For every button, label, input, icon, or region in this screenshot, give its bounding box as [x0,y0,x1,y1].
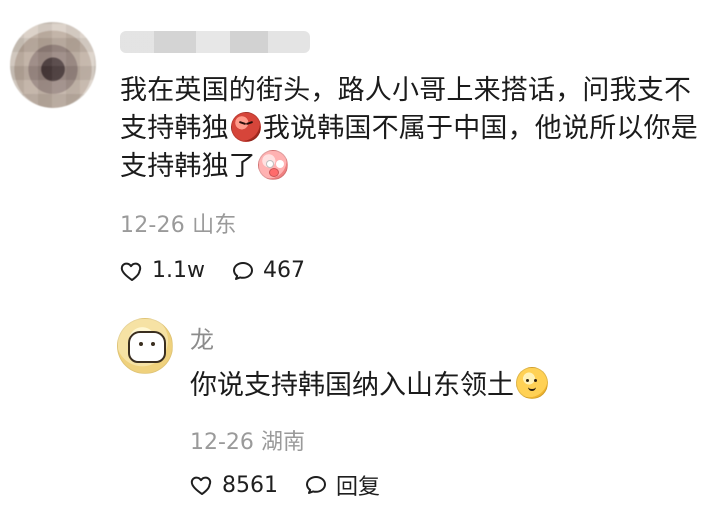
reply-username[interactable]: 龙 [190,320,214,355]
comment-line-2: 支持韩独 我说韩国不属于中国，他说所以你是 [120,110,705,148]
heart-outline-icon [120,260,144,282]
heart-outline-icon [190,474,214,496]
speech-bubble-icon [304,474,328,496]
comment-date: 12-26 [120,213,185,238]
reply-like-count: 8561 [222,472,278,498]
comment-comments-button[interactable]: 467 [231,258,305,283]
commenter-username-blurred[interactable] [120,31,310,53]
reply-meta: 12-26 湖南 [190,424,305,456]
comment-line-2-before: 支持韩独 [120,113,229,144]
reply-avatar-doodle-icon [128,331,166,363]
comment-location: 山东 [192,213,237,238]
comment-line-1: 我在英国的街头，路人小哥上来搭话，问我支不 [120,75,692,106]
reply-avatar[interactable] [117,318,173,374]
comment-text: 我在英国的街头，路人小哥上来搭话，问我支不 支持韩独 我说韩国不属于中国，他说所以… [120,72,705,186]
comment-line-3-text: 支持韩独了 [120,151,256,182]
comment-line-2-after: 我说韩国不属于中国，他说所以你是 [262,113,699,144]
commenter-avatar-pixelated[interactable] [10,22,96,108]
reply-like-button[interactable]: 8561 [190,473,278,498]
reply-actions: 8561 回复 [190,469,380,501]
reply-date: 12-26 [190,430,254,455]
angry-emoji-icon [230,112,261,142]
reply-reply-label: 回复 [336,475,381,500]
comment-line-3: 支持韩独了 [120,148,705,186]
comment-meta: 12-26 山东 [120,207,237,239]
reply-reply-button[interactable]: 回复 [304,469,380,501]
reply-text: 你说支持韩国纳入山东领土 [190,367,710,405]
comment-actions: 1.1w 467 [120,258,305,283]
comment-comments-count: 467 [262,258,305,283]
speech-bubble-icon [231,260,255,282]
reply-text-content: 你说支持韩国纳入山东领土 [190,370,514,401]
mango-emoji-icon [516,367,548,399]
comment-like-button[interactable]: 1.1w [120,258,205,283]
shock-emoji-icon [258,150,288,180]
comment-like-count: 1.1w [152,258,205,283]
reply-location: 湖南 [260,430,305,455]
